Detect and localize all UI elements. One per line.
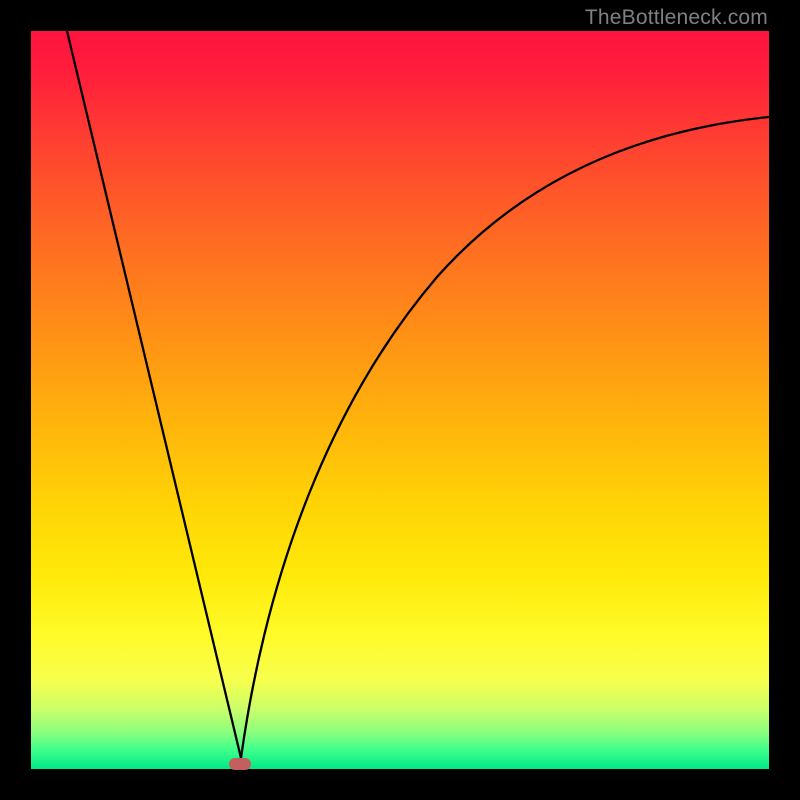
curve-left-branch [67,31,241,758]
cusp-marker [229,758,251,770]
bottleneck-curve [31,31,769,769]
plot-area [31,31,769,769]
curve-right-branch [241,117,769,758]
watermark-text: TheBottleneck.com [585,6,768,30]
chart-frame: TheBottleneck.com [0,0,800,800]
